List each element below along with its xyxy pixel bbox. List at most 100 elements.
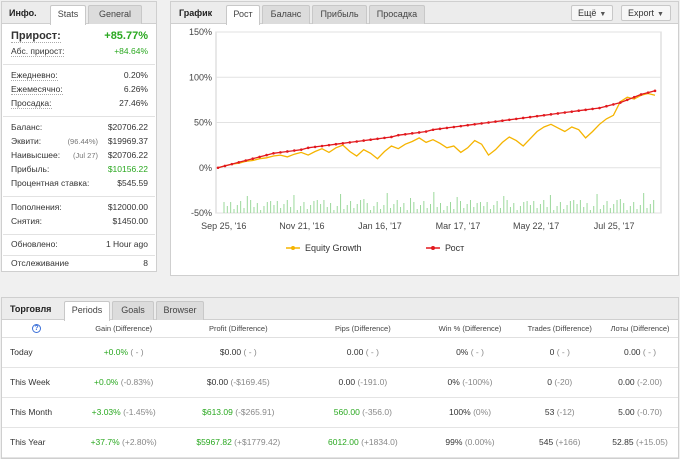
highest-note: (Jul 27) bbox=[72, 151, 98, 160]
data-point bbox=[299, 148, 303, 151]
help-icon[interactable]: ? bbox=[32, 324, 41, 334]
daily-label: Ежедневно: bbox=[11, 70, 58, 81]
column-header: Gain (Difference) bbox=[73, 320, 174, 338]
pips-cell: 0.00 ( - ) bbox=[303, 337, 423, 368]
tab-periods[interactable]: Periods bbox=[64, 301, 110, 321]
win-cell: 100% (0%) bbox=[422, 397, 518, 428]
tab-profit[interactable]: Прибыль bbox=[312, 5, 367, 24]
trades-cell: 0 (-20) bbox=[517, 367, 603, 398]
help-column: ? bbox=[2, 320, 74, 338]
profit-value: $0.00 bbox=[219, 347, 242, 357]
gain-value: +0.0% bbox=[103, 347, 129, 357]
profit-cell: $0.00 (-$169.45) bbox=[173, 367, 304, 398]
chart-tabbar: График Рост Баланс Прибыль Просадка Ещё ▼… bbox=[171, 2, 678, 25]
win-diff: (0%) bbox=[473, 407, 492, 417]
pips-value: 0.00 bbox=[346, 347, 364, 357]
data-point bbox=[376, 137, 379, 141]
withdrawals-row: Снятия: $1450.00 bbox=[11, 216, 148, 230]
legend-label: Рост bbox=[445, 243, 464, 253]
period-label: This Week bbox=[2, 367, 74, 398]
tab-general[interactable]: General bbox=[88, 5, 142, 24]
trades-cell: 0 ( - ) bbox=[517, 337, 603, 368]
chevron-down-icon: ▼ bbox=[657, 11, 664, 18]
tab-browser[interactable]: Browser bbox=[156, 301, 204, 320]
profit-value: $5967.82 bbox=[196, 437, 232, 447]
data-point bbox=[341, 142, 345, 145]
growth-chart: 150% 100% 50% 0% -50% Sep 25, '16 Nov 21, '16 J… bbox=[189, 27, 662, 253]
profit-cell: $5967.82 (+$1779.42) bbox=[173, 427, 304, 458]
data-point bbox=[646, 91, 650, 94]
y-tick-label: -50% bbox=[191, 208, 212, 218]
data-point bbox=[362, 139, 365, 142]
table-row: This Week +0.0% (-0.83%) $0.00 (-$169.45) 0… bbox=[2, 367, 678, 398]
profit-diff: (-$169.45) bbox=[230, 377, 270, 387]
data-point bbox=[598, 106, 601, 110]
updated-row: Обновлено: 1 Hour ago bbox=[11, 239, 148, 253]
data-point bbox=[410, 132, 414, 135]
profit-value: $10156.22 bbox=[107, 164, 148, 174]
lots-cell: 0.00 (-2.00) bbox=[602, 367, 678, 398]
drawdown-row: Просадка: 27.46% bbox=[11, 98, 148, 112]
period-label: Today bbox=[2, 337, 74, 368]
tab-stats[interactable]: Stats bbox=[50, 5, 86, 25]
lots-diff: ( - ) bbox=[642, 347, 657, 357]
stats-tabbar: Инфо. Stats General bbox=[2, 2, 156, 25]
interest-label: Процентная ставка: bbox=[11, 178, 90, 188]
gain-value: +3.03% bbox=[91, 407, 121, 417]
gain-diff: (+2.80%) bbox=[122, 437, 157, 447]
data-point bbox=[605, 104, 608, 108]
divider bbox=[3, 116, 155, 117]
gain-diff: (-0.83%) bbox=[120, 377, 154, 387]
data-point bbox=[508, 118, 511, 122]
gain-value: +0.0% bbox=[94, 377, 119, 387]
drawdown-label: Просадка: bbox=[11, 98, 52, 109]
win-diff: (-100%) bbox=[462, 377, 493, 387]
chart-panel: График Рост Баланс Прибыль Просадка Ещё ▼… bbox=[170, 1, 679, 276]
highest-label: Наивысшее: bbox=[11, 150, 61, 160]
data-point bbox=[438, 127, 442, 131]
pips-cell: 6012.00 (+1834.0) bbox=[303, 427, 423, 458]
data-point bbox=[424, 130, 428, 133]
x-tick-label: Sep 25, '16 bbox=[201, 221, 246, 231]
profit-row: Прибыль: $10156.22 bbox=[11, 164, 148, 178]
divider bbox=[3, 234, 155, 235]
data-point bbox=[570, 110, 574, 113]
export-button[interactable]: Export ▼ bbox=[621, 5, 671, 21]
monthly-label: Ежемесячно: bbox=[11, 84, 63, 95]
data-point bbox=[487, 121, 490, 124]
tab-growth[interactable]: Рост bbox=[226, 5, 260, 25]
table-header-row: ? Gain (Difference) Profit (Difference) … bbox=[2, 320, 678, 338]
more-button[interactable]: Ещё ▼ bbox=[571, 5, 614, 21]
trades-value: 545 bbox=[539, 437, 554, 447]
export-button-label: Export bbox=[628, 8, 655, 18]
trading-panel: Торговля Periods Goals Browser ? Gain (D… bbox=[1, 297, 679, 459]
growth-label: Прирост: bbox=[11, 30, 61, 43]
column-header: Pips (Difference) bbox=[303, 320, 423, 338]
tab-drawdown[interactable]: Просадка bbox=[369, 5, 425, 24]
tab-goals[interactable]: Goals bbox=[112, 301, 154, 320]
column-header: Profit (Difference) bbox=[173, 320, 304, 338]
data-point bbox=[584, 108, 587, 112]
lots-value: 0.00 bbox=[623, 347, 641, 357]
tab-balance[interactable]: Баланс bbox=[262, 5, 310, 24]
more-button-label: Ещё bbox=[578, 8, 597, 18]
lots-value: 0.00 bbox=[618, 377, 635, 387]
win-cell: 99% (0.00%) bbox=[422, 427, 518, 458]
daily-value: 0.20% bbox=[123, 70, 148, 80]
data-point bbox=[279, 151, 282, 154]
abs-growth-value: +84.64% bbox=[114, 46, 148, 56]
pips-cell: 0.00 (-191.0) bbox=[303, 367, 423, 398]
data-point bbox=[625, 98, 629, 102]
updated-value: 1 Hour ago bbox=[105, 239, 148, 249]
profit-value: $0.00 bbox=[206, 377, 229, 387]
daily-row: Ежедневно: 0.20% bbox=[11, 70, 148, 84]
table-row: This Month +3.03% (-1.45%) $613.09 (-$265.… bbox=[2, 397, 678, 428]
data-point bbox=[619, 101, 622, 104]
updated-label: Обновлено: bbox=[11, 239, 58, 249]
period-label: This Year bbox=[2, 427, 74, 458]
column-header: Trades (Difference) bbox=[517, 320, 603, 338]
growth-row: Прирост: +85.77% bbox=[11, 30, 148, 46]
profit-cell: $0.00 ( - ) bbox=[173, 337, 304, 368]
data-point bbox=[653, 89, 657, 93]
periods-table: ? Gain (Difference) Profit (Difference) … bbox=[2, 320, 678, 458]
